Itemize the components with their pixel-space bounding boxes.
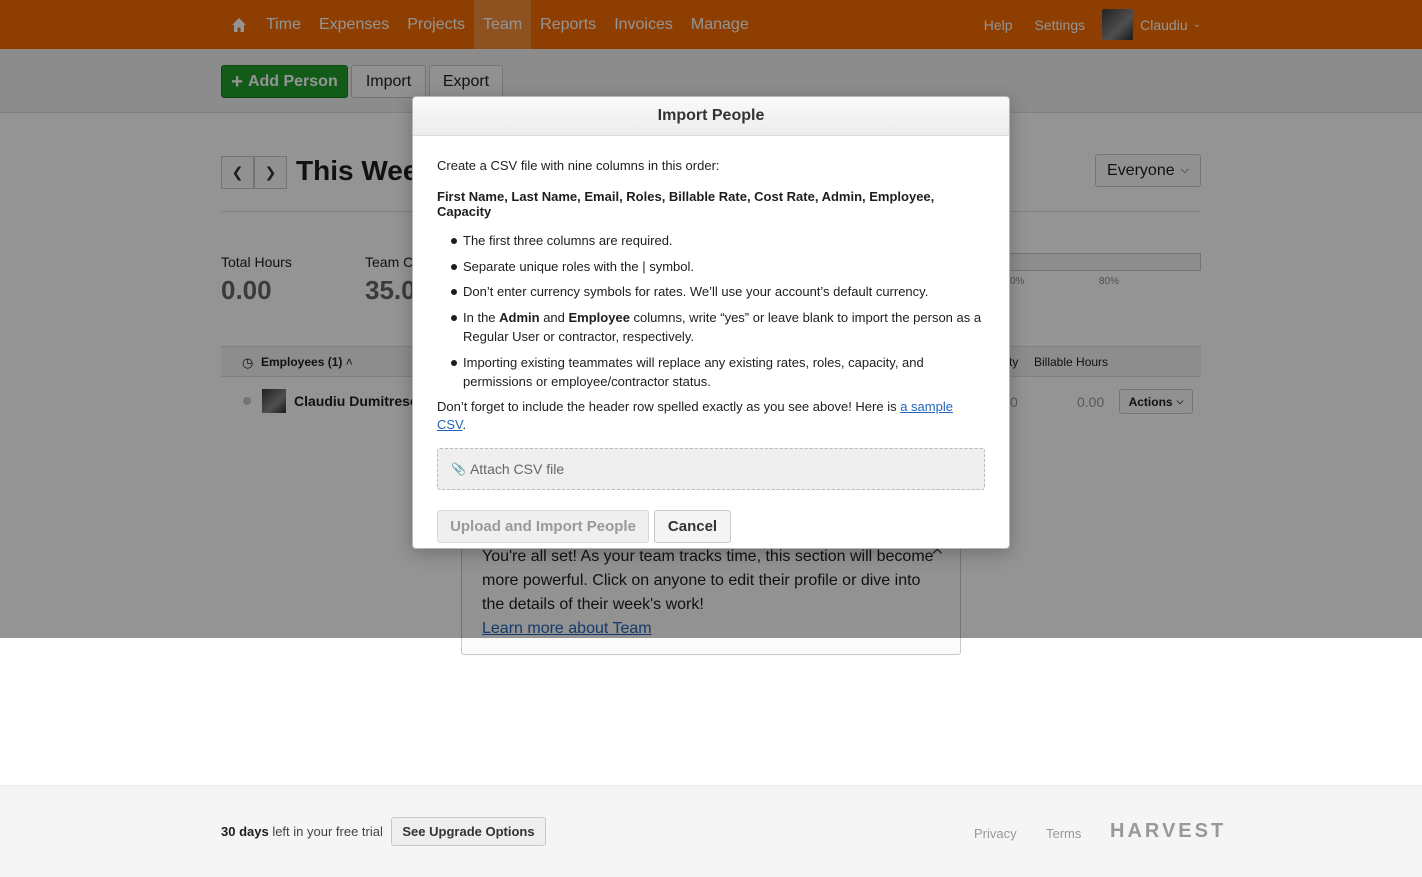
trial-days: 30 days [221, 824, 269, 839]
import-rules-list: The first three columns are required. Se… [437, 231, 985, 392]
modal-intro: Create a CSV file with nine columns in t… [437, 158, 720, 173]
trial-notice: 30 days left in your free trial [221, 824, 383, 839]
list-item: The first three columns are required. [437, 231, 985, 251]
modal-actions: Upload and Import People Cancel [437, 509, 985, 543]
list-item: Don’t enter currency symbols for rates. … [437, 282, 985, 302]
import-people-modal: Import People Create a CSV file with nin… [412, 96, 1010, 549]
modal-body: Create a CSV file with nine columns in t… [413, 136, 1009, 543]
header-row-note: Don’t forget to include the header row s… [437, 398, 985, 434]
note-end: . [462, 416, 467, 432]
list-item: Importing existing teammates will replac… [437, 353, 985, 392]
privacy-link[interactable]: Privacy [974, 826, 1017, 841]
admin-term: Admin [499, 309, 540, 325]
list-item: Separate unique roles with the | symbol. [437, 257, 985, 277]
cancel-button[interactable]: Cancel [654, 509, 731, 543]
csv-columns: First Name, Last Name, Email, Roles, Bil… [437, 189, 935, 219]
modal-title: Import People [413, 97, 1009, 136]
attach-csv-dropzone[interactable]: 📎 Attach CSV file [437, 447, 985, 490]
upload-import-button[interactable]: Upload and Import People [437, 509, 649, 543]
paperclip-icon: 📎 [451, 461, 466, 476]
bullet4-and: and [539, 309, 569, 325]
bullet4-pre: In the [463, 309, 500, 325]
list-item: In the Admin and Employee columns, write… [437, 308, 985, 347]
attach-label: Attach CSV file [469, 460, 565, 477]
page-footer: 30 days left in your free trial See Upgr… [0, 785, 1422, 877]
terms-link[interactable]: Terms [1046, 826, 1081, 841]
employee-term: Employee [568, 309, 630, 325]
harvest-logo[interactable]: HARVEST [1110, 820, 1226, 843]
trial-text: left in your free trial [268, 824, 383, 839]
see-upgrade-options-button[interactable]: See Upgrade Options [391, 817, 546, 846]
note-text: Don’t forget to include the header row s… [437, 398, 901, 414]
